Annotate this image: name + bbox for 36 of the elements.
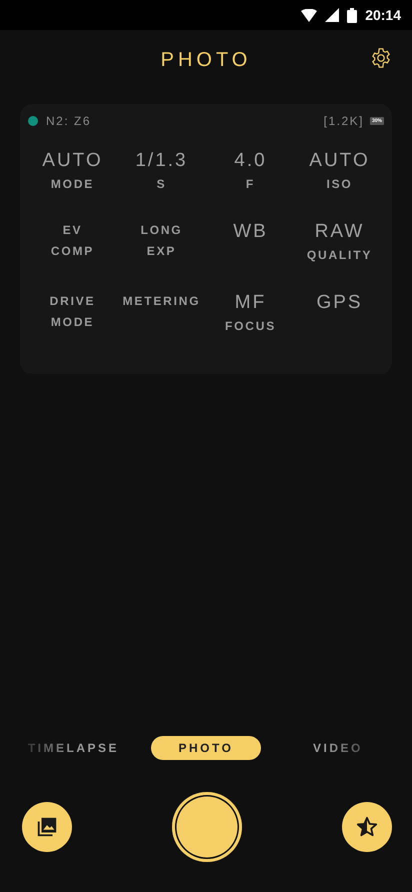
shots-remaining: [1.2K] [324, 114, 364, 128]
star-icon [356, 816, 378, 838]
clock: 20:14 [365, 7, 401, 23]
mode-tab[interactable]: PHOTO [151, 736, 261, 760]
setting-label[interactable]: FOCUS [225, 317, 276, 335]
signal-icon [325, 8, 340, 22]
setting-label[interactable]: DRIVE [50, 292, 96, 310]
wifi-icon [301, 8, 318, 22]
setting-value[interactable]: AUTO [42, 150, 103, 172]
setting-label[interactable]: S [156, 175, 166, 193]
setting-value[interactable]: WB [233, 221, 268, 243]
setting-value[interactable]: RAW [314, 221, 364, 243]
battery-icon [347, 8, 358, 22]
setting-value[interactable]: MF [234, 292, 266, 314]
setting-value[interactable]: GPS [316, 292, 363, 314]
setting-label[interactable]: EXP [146, 242, 176, 260]
setting-label[interactable]: LONG [140, 221, 182, 239]
setting-value[interactable]: 4.0 [234, 150, 267, 172]
setting-label[interactable]: F [246, 175, 256, 193]
mode-title: PHOTO [160, 48, 252, 72]
setting-value[interactable]: AUTO [309, 150, 370, 172]
gallery-icon [36, 816, 58, 838]
mode-tab[interactable]: VIDEO [293, 736, 403, 760]
setting-label[interactable]: MODE [50, 313, 94, 331]
gallery-button[interactable] [22, 802, 72, 852]
setting-value[interactable]: 1/1.3 [135, 150, 188, 172]
favorites-button[interactable] [342, 802, 392, 852]
mode-tab[interactable]: TIMELAPSE [9, 736, 119, 760]
setting-label[interactable]: MODE [50, 175, 94, 193]
setting-label[interactable]: COMP [50, 242, 94, 260]
camera-name: N2: Z6 [46, 114, 92, 128]
setting-label[interactable]: ISO [326, 175, 353, 193]
setting-label[interactable]: EV [62, 221, 82, 239]
settings-icon[interactable] [370, 47, 392, 69]
setting-label[interactable]: QUALITY [306, 246, 372, 264]
setting-label[interactable]: METERING [122, 292, 200, 310]
